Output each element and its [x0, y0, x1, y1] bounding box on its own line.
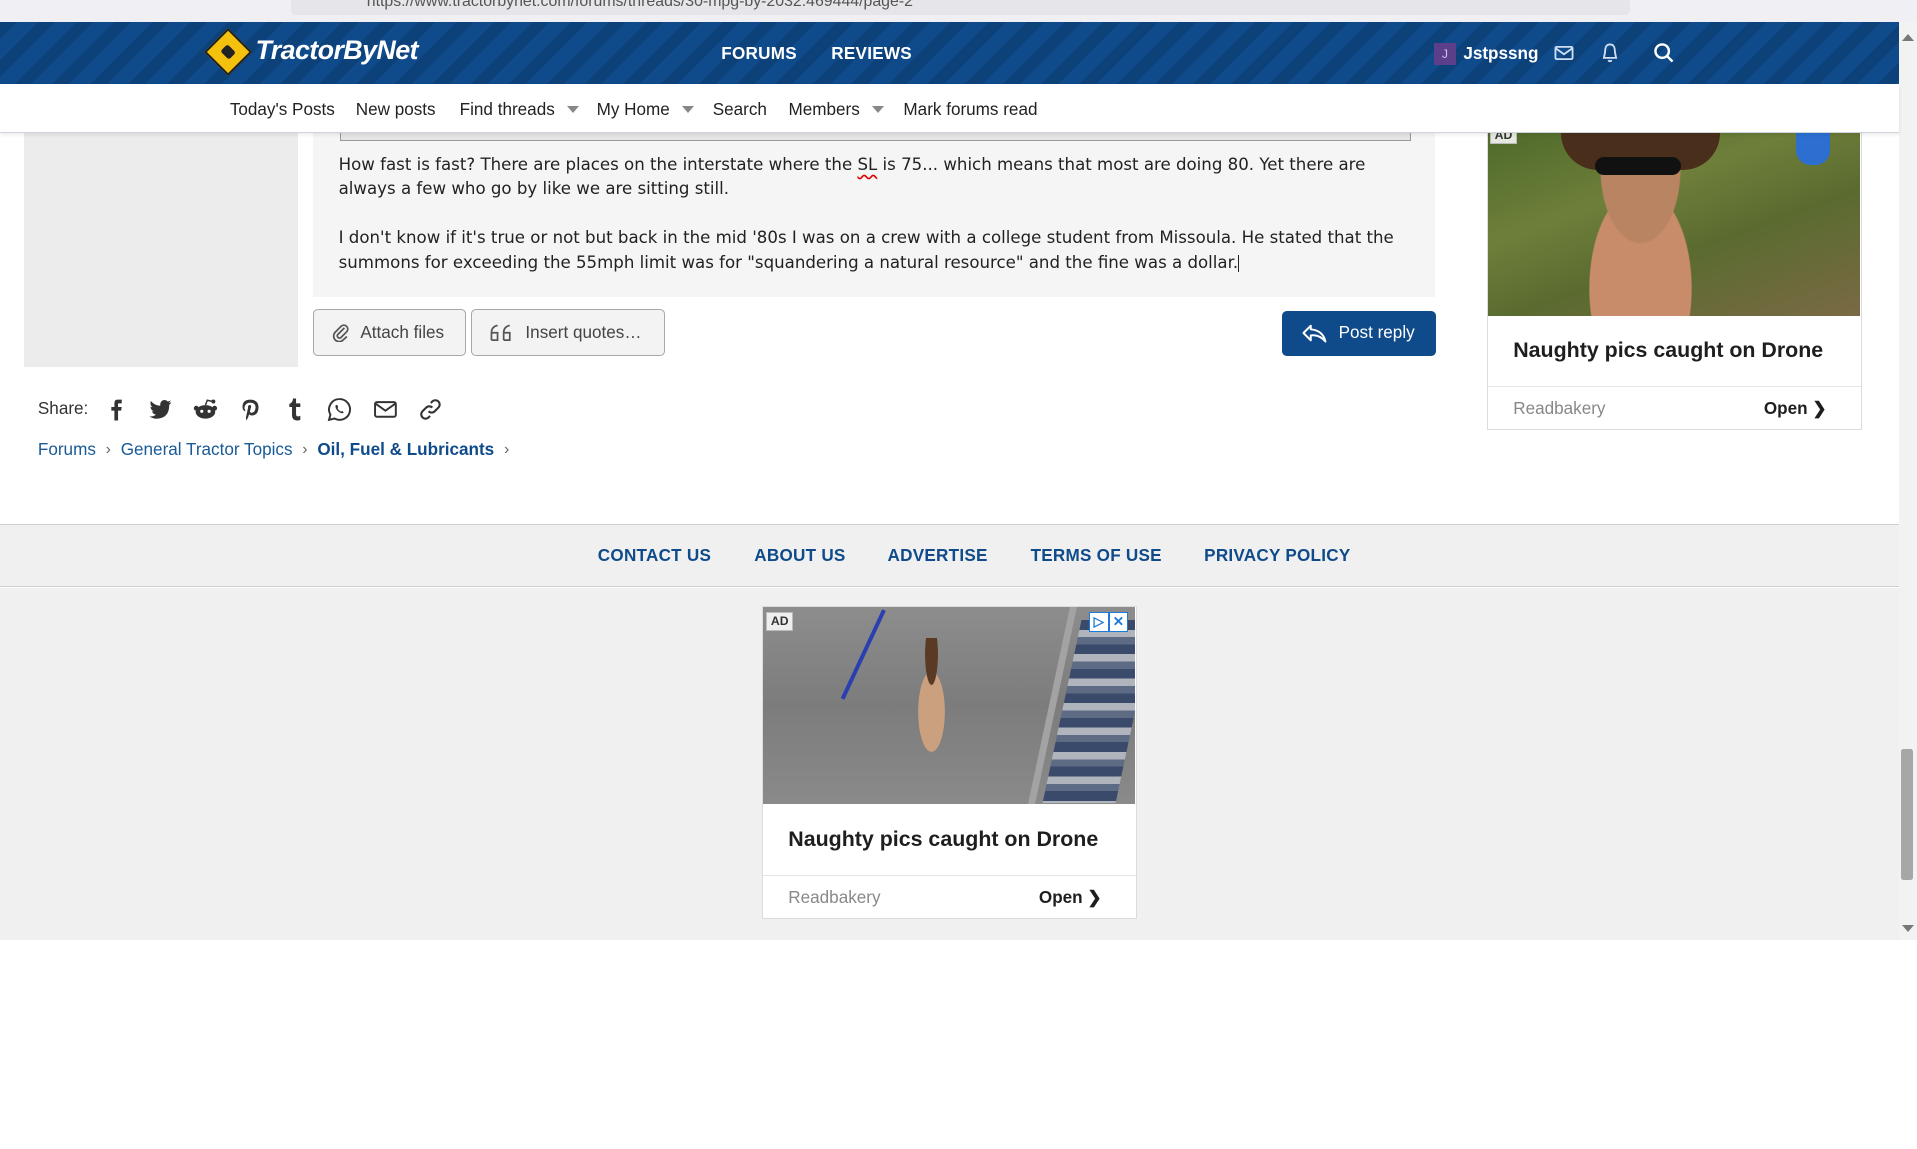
attach-files-button[interactable]: Attach files — [312, 309, 466, 356]
reply-icon — [1302, 324, 1327, 343]
footer-about-us[interactable]: ABOUT US — [754, 546, 845, 566]
adchoices[interactable]: ▷ ✕ — [1089, 612, 1129, 632]
ad-open-button[interactable]: Open ❯ — [1039, 888, 1102, 908]
editor-content[interactable]: How fast is fast? There are places on th… — [339, 153, 1415, 300]
footer-advertise[interactable]: ADVERTISE — [888, 546, 988, 566]
breadcrumb-oil-fuel-lubricants[interactable]: Oil, Fuel & Lubricants — [317, 440, 494, 460]
subnav-members[interactable]: Members — [789, 100, 885, 120]
breadcrumb-forums[interactable]: Forums — [38, 440, 96, 460]
insert-quotes-label: Insert quotes… — [525, 322, 642, 342]
chevron-right-icon: › — [302, 441, 308, 459]
close-icon[interactable]: ✕ — [1108, 612, 1129, 632]
user-menu[interactable]: J Jstpssng — [1433, 42, 1539, 65]
adchoices-icon[interactable]: ▷ — [1089, 612, 1109, 632]
chevron-right-icon: ❯ — [1812, 399, 1827, 419]
ad-photo-bottle — [1795, 133, 1830, 165]
browser-toolbar: https://www.tractorbynet.com/forums/thre… — [0, 0, 1917, 22]
pinterest-icon[interactable] — [237, 396, 264, 423]
link-icon[interactable] — [417, 396, 444, 423]
breadcrumb-general-tractor-topics[interactable]: General Tractor Topics — [121, 440, 293, 460]
twitter-icon[interactable] — [147, 396, 174, 423]
search-icon[interactable] — [1653, 42, 1675, 64]
site-logo[interactable]: TractorByNet — [204, 28, 419, 77]
footer-contact-us[interactable]: CONTACT US — [598, 546, 711, 566]
tumblr-icon[interactable] — [282, 396, 309, 423]
chevron-down-icon[interactable] — [566, 106, 579, 113]
ad-photo-glasses — [1595, 157, 1681, 175]
quote-icon — [490, 324, 511, 341]
tractor-sign-icon — [204, 28, 253, 77]
breadcrumb: Forums › General Tractor Topics › Oil, F… — [38, 440, 519, 460]
sidebar-ad[interactable]: AD Naughty pics caught on Drone Readbake… — [1486, 132, 1862, 431]
ad-image[interactable]: AD ▷ ✕ — [762, 607, 1136, 805]
inbox-icon[interactable] — [1553, 42, 1575, 64]
facebook-icon[interactable] — [104, 396, 131, 423]
username: Jstpssng — [1463, 43, 1539, 63]
ad-photo-pole — [841, 609, 886, 700]
chevron-right-icon: › — [503, 441, 510, 459]
footer-nav: CONTACT US ABOUT US ADVERTISE TERMS OF U… — [0, 524, 1899, 587]
chevron-down-icon[interactable] — [682, 106, 694, 113]
ad-photo-parking-lot — [1042, 619, 1136, 803]
spellcheck-flag: SL — [857, 154, 878, 174]
post-reply-label: Post reply — [1338, 323, 1415, 343]
ad-image[interactable]: AD — [1487, 133, 1861, 317]
chevron-right-icon: ❯ — [1087, 888, 1102, 908]
reddit-icon[interactable] — [192, 396, 219, 423]
ad-source: Readbakery — [788, 888, 881, 908]
footer-privacy-policy[interactable]: PRIVACY POLICY — [1204, 546, 1350, 566]
nav-reviews[interactable]: REVIEWS — [831, 44, 912, 64]
footer-terms-of-use[interactable]: TERMS OF USE — [1031, 546, 1162, 566]
subnav-todays-posts[interactable]: Today's Posts — [230, 100, 335, 120]
ad-title[interactable]: Naughty pics caught on Drone — [1513, 338, 1823, 363]
nav-forums[interactable]: FORUMS — [721, 44, 797, 64]
site-header: TractorByNet FORUMS REVIEWS J Jstpssng — [0, 22, 1899, 85]
attach-files-label: Attach files — [360, 322, 445, 342]
sub-navigation: Today's Posts New posts Find threads My … — [0, 84, 1899, 134]
ad-footer: Readbakery Open ❯ — [1487, 386, 1861, 430]
scrollbar-thumb[interactable] — [1900, 749, 1914, 881]
subnav-search[interactable]: Search — [713, 100, 767, 120]
bell-icon[interactable] — [1599, 42, 1621, 64]
ad-badge: AD — [766, 612, 794, 631]
ad-badge: AD — [1489, 133, 1517, 145]
editor-toolbar-edge — [339, 132, 1411, 141]
footer-ad[interactable]: AD ▷ ✕ Naughty pics caught on Drone Read… — [761, 606, 1137, 920]
post-author-column — [24, 132, 299, 367]
chevron-right-icon: › — [105, 441, 111, 459]
whatsapp-icon[interactable] — [326, 396, 353, 423]
paperclip-icon — [332, 324, 349, 343]
subnav-my-home[interactable]: My Home — [597, 100, 694, 120]
chevron-down-icon[interactable] — [872, 106, 885, 113]
logo-text: TractorByNet — [255, 34, 418, 65]
url-text[interactable]: https://www.tractorbynet.com/forums/thre… — [367, 0, 913, 11]
insert-quotes-button[interactable]: Insert quotes… — [470, 309, 666, 356]
scroll-down-arrow[interactable] — [1902, 925, 1915, 933]
scroll-up-arrow[interactable] — [1902, 34, 1915, 42]
text-cursor — [1238, 254, 1240, 272]
subnav-find-threads[interactable]: Find threads — [460, 100, 579, 120]
share-label: Share: — [37, 398, 89, 418]
editor-paragraph: I don't know if it's true or not but bac… — [338, 228, 1394, 272]
email-icon[interactable] — [372, 396, 399, 423]
subnav-new-posts[interactable]: New posts — [356, 100, 436, 120]
ad-footer: Readbakery Open ❯ — [762, 875, 1136, 919]
editor-paragraph: How fast is fast? There are places on th… — [338, 154, 1366, 199]
ad-title[interactable]: Naughty pics caught on Drone — [788, 827, 1098, 852]
ad-source: Readbakery — [1513, 399, 1606, 419]
subnav-mark-read[interactable]: Mark forums read — [903, 100, 1037, 120]
ad-photo-subject — [906, 637, 956, 773]
post-reply-button[interactable]: Post reply — [1282, 310, 1437, 356]
ad-open-button[interactable]: Open ❯ — [1764, 399, 1827, 419]
avatar: J — [1433, 42, 1456, 65]
page: https://www.tractorbynet.com/forums/thre… — [0, 0, 1917, 941]
